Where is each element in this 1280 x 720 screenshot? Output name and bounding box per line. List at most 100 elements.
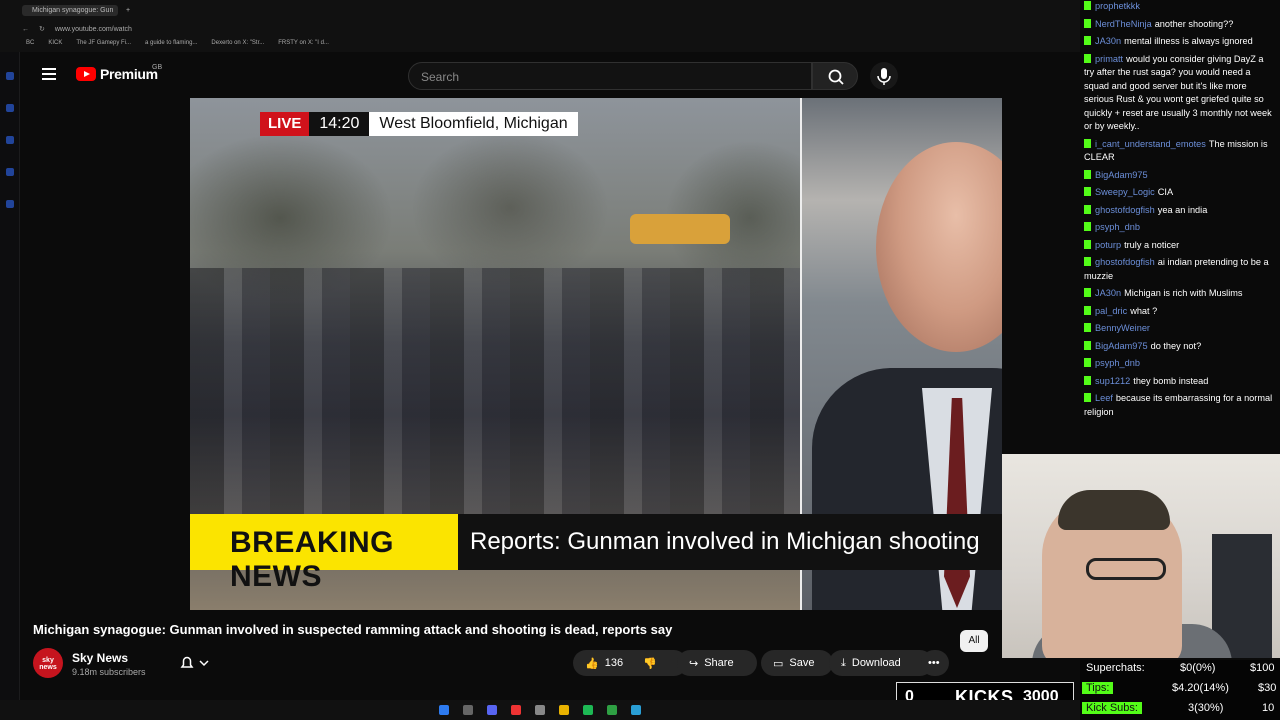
address-bar[interactable]: ← ↻ www.youtube.com/watch xyxy=(22,22,1062,36)
chat-message: psyph_dnb xyxy=(1084,221,1274,235)
chat-message: i_cant_understand_emotes The mission is C… xyxy=(1084,138,1274,165)
breaking-label: BREAKING NEWS xyxy=(190,514,458,593)
chat-username[interactable]: ghostofdogfish xyxy=(1095,205,1155,215)
filter-chip-all[interactable]: All xyxy=(960,630,988,652)
youtube-logo[interactable]: Premium xyxy=(76,66,158,82)
sidebar-icon[interactable] xyxy=(6,136,14,144)
chat-username[interactable]: BennyWeiner xyxy=(1095,323,1150,333)
live-banner: LIVE 14:20 West Bloomfield, Michigan xyxy=(260,112,578,136)
chat-text: truly a noticer xyxy=(1124,239,1180,250)
chat-message: BennyWeiner xyxy=(1084,322,1274,336)
chat-text: would you consider giving DayZ a try aft… xyxy=(1084,53,1272,132)
chat-message: sup1212 they bomb instead xyxy=(1084,375,1274,389)
kick-badge-icon xyxy=(1084,288,1091,297)
spotify-icon[interactable] xyxy=(583,705,593,715)
app-icon[interactable] xyxy=(631,705,641,715)
chat-username[interactable]: JA30n xyxy=(1095,288,1121,298)
live-time: 14:20 xyxy=(309,112,370,136)
kick-badge-icon xyxy=(1084,222,1091,231)
chat-message: BigAdam975 xyxy=(1084,169,1274,183)
sidebar-icon[interactable] xyxy=(6,104,14,112)
chat-message: pal_dric what ? xyxy=(1084,305,1274,319)
browser-sidebar xyxy=(0,0,20,700)
school-bus xyxy=(630,214,730,244)
bookmark-item[interactable]: Dexerto on X: "Str... xyxy=(211,40,264,46)
back-icon[interactable]: ← xyxy=(22,26,29,33)
tab-title: Michigan synagogue: Gun xyxy=(32,6,114,14)
recording-icon[interactable] xyxy=(511,705,521,715)
chat-text: they bomb instead xyxy=(1133,375,1209,386)
video-title: Michigan synagogue: Gunman involved in s… xyxy=(33,622,673,637)
kick-badge-icon xyxy=(1084,340,1091,350)
windows-start-icon[interactable] xyxy=(439,705,449,715)
screen: Michigan synagogue: Gun + ← ↻ www.youtub… xyxy=(0,0,1280,720)
browser-tab[interactable]: Michigan synagogue: Gun xyxy=(22,4,118,16)
xbox-icon[interactable] xyxy=(607,705,617,715)
taskbar-search-icon[interactable] xyxy=(463,705,473,715)
kick-badge-icon xyxy=(1084,204,1091,214)
chat-username[interactable]: psyph_dnb xyxy=(1095,358,1140,368)
sidebar-icon[interactable] xyxy=(6,72,14,80)
chat-username[interactable]: ghostofdogfish xyxy=(1095,257,1155,267)
sidebar-icon[interactable] xyxy=(6,168,14,176)
kick-subs-row: Kick Subs: 3(30%) 10 xyxy=(1080,700,1280,718)
bookmark-item[interactable]: a guide to flaming... xyxy=(145,40,197,46)
chat-username[interactable]: JA30n xyxy=(1095,36,1121,46)
chat-message: primatt would you consider giving DayZ a … xyxy=(1084,53,1274,134)
chat-username[interactable]: poturp xyxy=(1095,240,1121,250)
superchats-value: $0(0%) xyxy=(1180,662,1216,674)
new-tab-icon[interactable]: + xyxy=(126,7,130,14)
bookmark-item[interactable]: The JF Gamepy Fi... xyxy=(76,40,131,46)
channel-name[interactable]: Sky News xyxy=(72,651,128,665)
chat-username[interactable]: Leef xyxy=(1095,393,1113,403)
region-code: GB xyxy=(152,64,163,71)
discord-icon[interactable] xyxy=(487,705,497,715)
chat-username[interactable]: pal_dric xyxy=(1095,306,1127,316)
chat-username[interactable]: sup1212 xyxy=(1095,376,1130,386)
chat-text: CIA xyxy=(1157,187,1174,197)
tab-strip: Michigan synagogue: Gun + xyxy=(22,2,130,18)
download-label: Download xyxy=(851,657,901,669)
chat-username[interactable]: i_cant_understand_emotes xyxy=(1095,139,1206,149)
hamburger-menu-icon[interactable] xyxy=(42,68,56,80)
chat-message: BigAdam975 do they not? xyxy=(1084,340,1274,354)
youtube-header: Premium GB Search xyxy=(22,56,1080,96)
like-button[interactable]: 👍 136 👎 xyxy=(573,650,687,676)
folder-icon[interactable] xyxy=(559,705,569,715)
chat-username[interactable]: prophetkkk xyxy=(1095,1,1140,11)
chat-message: NerdTheNinja another shooting?? xyxy=(1084,18,1274,32)
chat-message: ghostofdogfish yea an india xyxy=(1084,204,1274,218)
url-text[interactable]: www.youtube.com/watch xyxy=(55,26,132,33)
chat-message: Sweepy_Logic CIA xyxy=(1084,186,1274,200)
browser-icon[interactable] xyxy=(535,705,545,715)
channel-row: sky news Sky News 9.18m subscribers 👍 13… xyxy=(33,648,953,680)
thumbs-down-icon[interactable]: 👎 xyxy=(643,657,657,670)
share-button[interactable]: ↪ Share xyxy=(677,650,757,676)
bookmark-item[interactable]: KICK xyxy=(48,40,62,46)
bookmark-item[interactable]: BC xyxy=(26,40,34,46)
bookmark-item[interactable]: FRSTY on X: "I d... xyxy=(278,40,329,46)
live-label: LIVE xyxy=(260,112,310,136)
bookmarks-bar: BC KICK The JF Gamepy Fi... a guide to f… xyxy=(26,40,329,46)
notification-bell-button[interactable] xyxy=(176,654,210,672)
save-button[interactable]: ▭ Save xyxy=(761,650,833,676)
superchats-label: Superchats: xyxy=(1086,662,1145,674)
search-button[interactable] xyxy=(812,62,858,90)
chat-username[interactable]: BigAdam975 xyxy=(1095,170,1148,180)
chat-username[interactable]: NerdTheNinja xyxy=(1095,19,1152,29)
superchats-goal: $100 xyxy=(1250,662,1275,674)
video-player[interactable]: LIVE 14:20 West Bloomfield, Michigan BRE… xyxy=(190,98,1002,610)
chat-username[interactable]: psyph_dnb xyxy=(1095,222,1140,232)
tips-goal: $30 xyxy=(1258,682,1277,694)
download-button[interactable]: ⤓ Download xyxy=(829,650,933,676)
chat-username[interactable]: primatt xyxy=(1095,54,1123,64)
channel-avatar[interactable]: sky news xyxy=(33,648,63,678)
search-input[interactable]: Search xyxy=(408,62,812,90)
chat-text: do they not? xyxy=(1150,340,1202,351)
voice-search-button[interactable] xyxy=(870,62,898,90)
chat-username[interactable]: Sweepy_Logic xyxy=(1095,187,1155,197)
sidebar-icon[interactable] xyxy=(6,200,14,208)
chat-username[interactable]: BigAdam975 xyxy=(1095,341,1148,351)
more-actions-button[interactable]: ••• xyxy=(921,650,949,676)
reload-icon[interactable]: ↻ xyxy=(39,25,45,33)
